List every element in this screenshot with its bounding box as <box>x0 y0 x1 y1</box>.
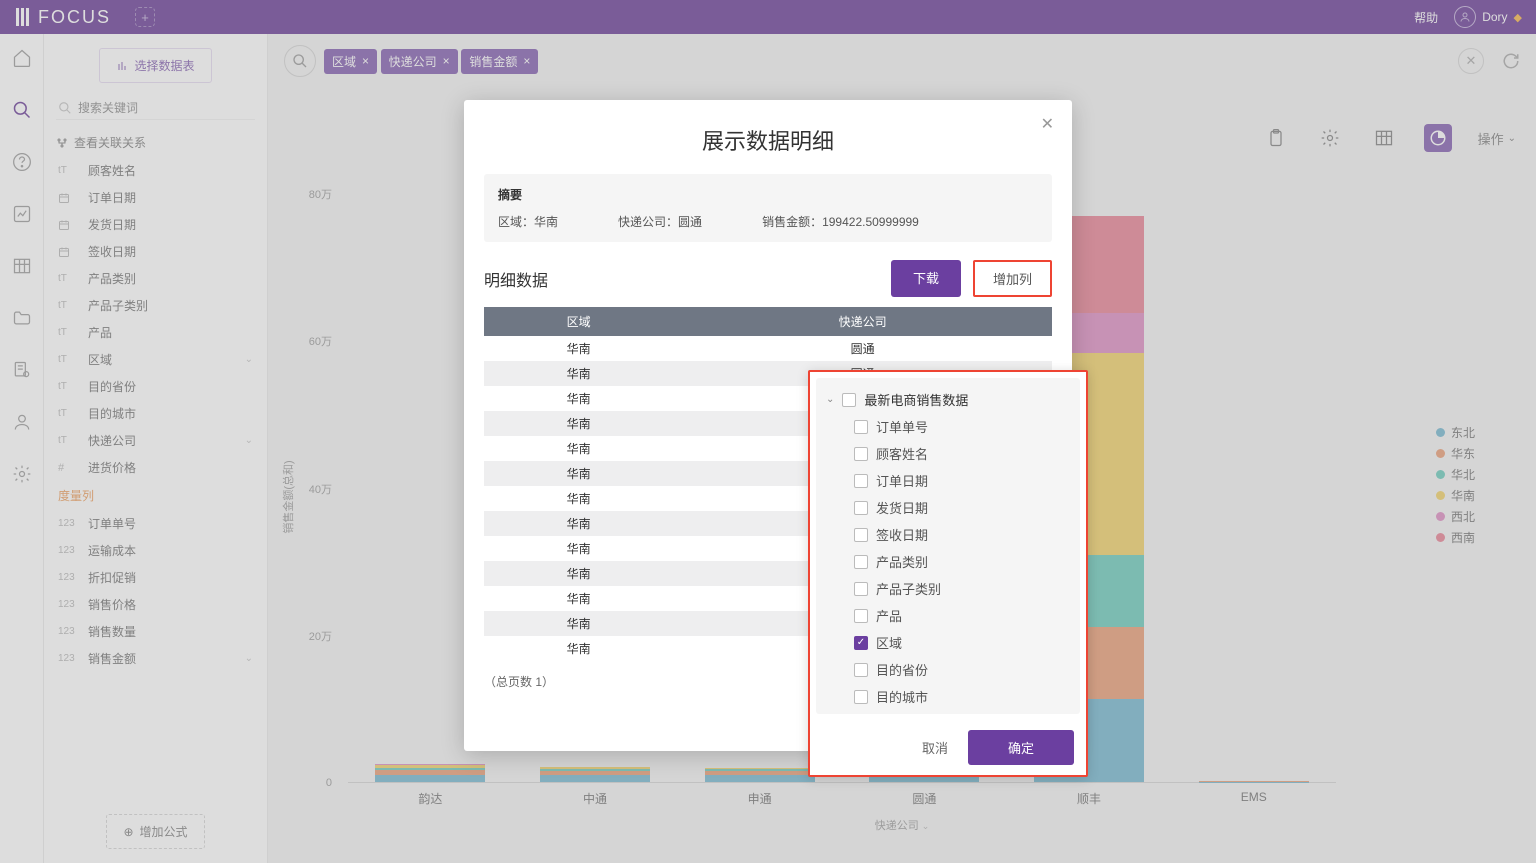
modal-title: 展示数据明细 <box>464 100 1072 174</box>
picker-item[interactable]: 产品 <box>826 602 1076 629</box>
picker-cancel-button[interactable]: 取消 <box>922 738 948 757</box>
checkbox[interactable] <box>854 582 868 596</box>
picker-item[interactable]: 产品类别 <box>826 548 1076 575</box>
checkbox[interactable] <box>854 447 868 461</box>
table-cell: 华南 <box>484 486 673 511</box>
table-cell: 华南 <box>484 436 673 461</box>
picker-item-label: 目的省份 <box>876 660 928 679</box>
checkbox[interactable] <box>854 663 868 677</box>
summary-title: 摘要 <box>498 186 1038 203</box>
table-cell: 华南 <box>484 336 673 361</box>
table-header: 快递公司 <box>673 307 1052 336</box>
parent-checkbox[interactable] <box>842 393 856 407</box>
picker-parent-node[interactable]: ⌄ 最新电商销售数据 <box>826 386 1076 413</box>
table-header: 区域 <box>484 307 673 336</box>
collapse-icon[interactable]: ⌄ <box>826 394 834 405</box>
picker-item-label: 产品子类别 <box>876 579 941 598</box>
checkbox[interactable]: ✓ <box>854 636 868 650</box>
picker-item[interactable]: 发货日期 <box>826 494 1076 521</box>
column-picker-dropdown: ⌄ 最新电商销售数据 订单单号 顾客姓名 订单日期 发货日期 签收日期 产品类别 <box>808 370 1088 777</box>
picker-item[interactable]: 顾客姓名 <box>826 440 1076 467</box>
detail-title: 明细数据 <box>484 267 548 291</box>
picker-item[interactable]: 产品子类别 <box>826 575 1076 602</box>
picker-item[interactable]: ✓ 区域 <box>826 629 1076 656</box>
add-column-button[interactable]: 增加列 <box>973 260 1052 297</box>
picker-item-label: 顾客姓名 <box>876 444 928 463</box>
table-cell: 华南 <box>484 361 673 386</box>
picker-item[interactable]: 目的城市 <box>826 683 1076 706</box>
checkbox[interactable] <box>854 528 868 542</box>
picker-item-label: 订单单号 <box>876 417 928 436</box>
picker-item[interactable]: 目的省份 <box>826 656 1076 683</box>
table-cell: 华南 <box>484 561 673 586</box>
table-cell: 华南 <box>484 586 673 611</box>
table-cell: 华南 <box>484 511 673 536</box>
checkbox[interactable] <box>854 474 868 488</box>
checkbox[interactable] <box>854 690 868 704</box>
picker-item-label: 产品 <box>876 606 902 625</box>
table-row[interactable]: 华南圆通 <box>484 336 1052 361</box>
checkbox[interactable] <box>854 501 868 515</box>
table-cell: 华南 <box>484 611 673 636</box>
picker-item-label: 目的城市 <box>876 687 928 706</box>
picker-item[interactable]: 订单日期 <box>826 467 1076 494</box>
detail-modal: ✕ 展示数据明细 摘要 区域：华南 快递公司：圆通 销售金额：199422.50… <box>464 100 1072 751</box>
table-cell: 华南 <box>484 386 673 411</box>
checkbox[interactable] <box>854 555 868 569</box>
table-cell: 华南 <box>484 411 673 436</box>
summary-box: 摘要 区域：华南 快递公司：圆通 销售金额：199422.50999999 <box>484 174 1052 242</box>
picker-item-label: 发货日期 <box>876 498 928 517</box>
picker-item[interactable]: 订单单号 <box>826 413 1076 440</box>
checkbox[interactable] <box>854 420 868 434</box>
picker-item-label: 签收日期 <box>876 525 928 544</box>
picker-item-label: 区域 <box>876 633 902 652</box>
modal-close-button[interactable]: ✕ <box>1041 114 1054 134</box>
picker-ok-button[interactable]: 确定 <box>968 730 1074 765</box>
picker-item[interactable]: 签收日期 <box>826 521 1076 548</box>
table-cell: 圆通 <box>673 336 1052 361</box>
parent-label: 最新电商销售数据 <box>864 390 968 409</box>
picker-item-label: 产品类别 <box>876 552 928 571</box>
picker-item-label: 订单日期 <box>876 471 928 490</box>
table-cell: 华南 <box>484 636 673 661</box>
table-cell: 华南 <box>484 536 673 561</box>
download-button[interactable]: 下载 <box>891 260 961 297</box>
table-cell: 华南 <box>484 461 673 486</box>
checkbox[interactable] <box>854 609 868 623</box>
